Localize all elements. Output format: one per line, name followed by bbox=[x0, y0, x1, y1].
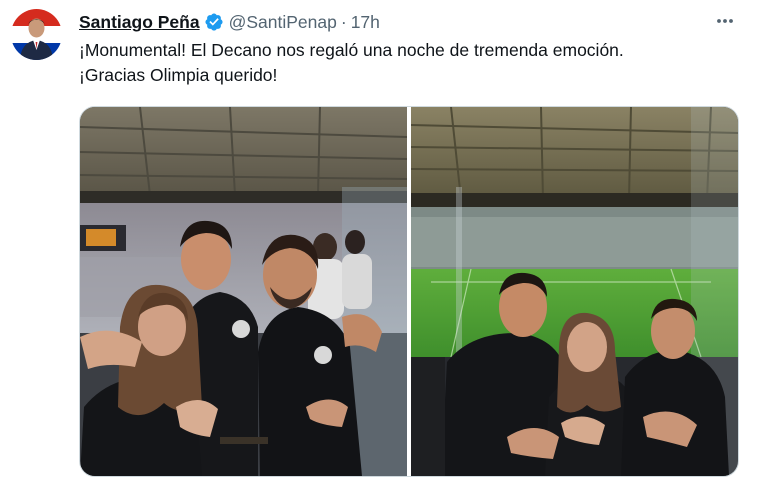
profile-picture bbox=[11, 9, 62, 60]
tweet[interactable]: Santiago Peña @SantiPenap · 17h ¡Monumen… bbox=[0, 0, 770, 490]
author-name[interactable]: Santiago Peña bbox=[79, 12, 200, 33]
verified-badge-icon bbox=[204, 12, 224, 32]
media-grid bbox=[79, 106, 739, 477]
timestamp[interactable]: 17h bbox=[351, 12, 380, 33]
author-handle[interactable]: @SantiPenap bbox=[229, 12, 337, 33]
separator-dot: · bbox=[340, 11, 347, 32]
avatar[interactable] bbox=[11, 9, 62, 60]
tweet-text-line-1: ¡Monumental! El Decano nos regaló una no… bbox=[79, 40, 624, 60]
stadium-box-group-photo[interactable] bbox=[80, 107, 407, 476]
stadium-selfie-photo[interactable] bbox=[411, 107, 738, 476]
tweet-text-line-2: ¡Gracias Olimpia querido! bbox=[79, 65, 278, 85]
tweet-header: Santiago Peña @SantiPenap · 17h bbox=[79, 9, 380, 35]
more-options-icon[interactable] bbox=[712, 8, 738, 34]
tweet-text: ¡Monumental! El Decano nos regaló una no… bbox=[79, 38, 739, 88]
